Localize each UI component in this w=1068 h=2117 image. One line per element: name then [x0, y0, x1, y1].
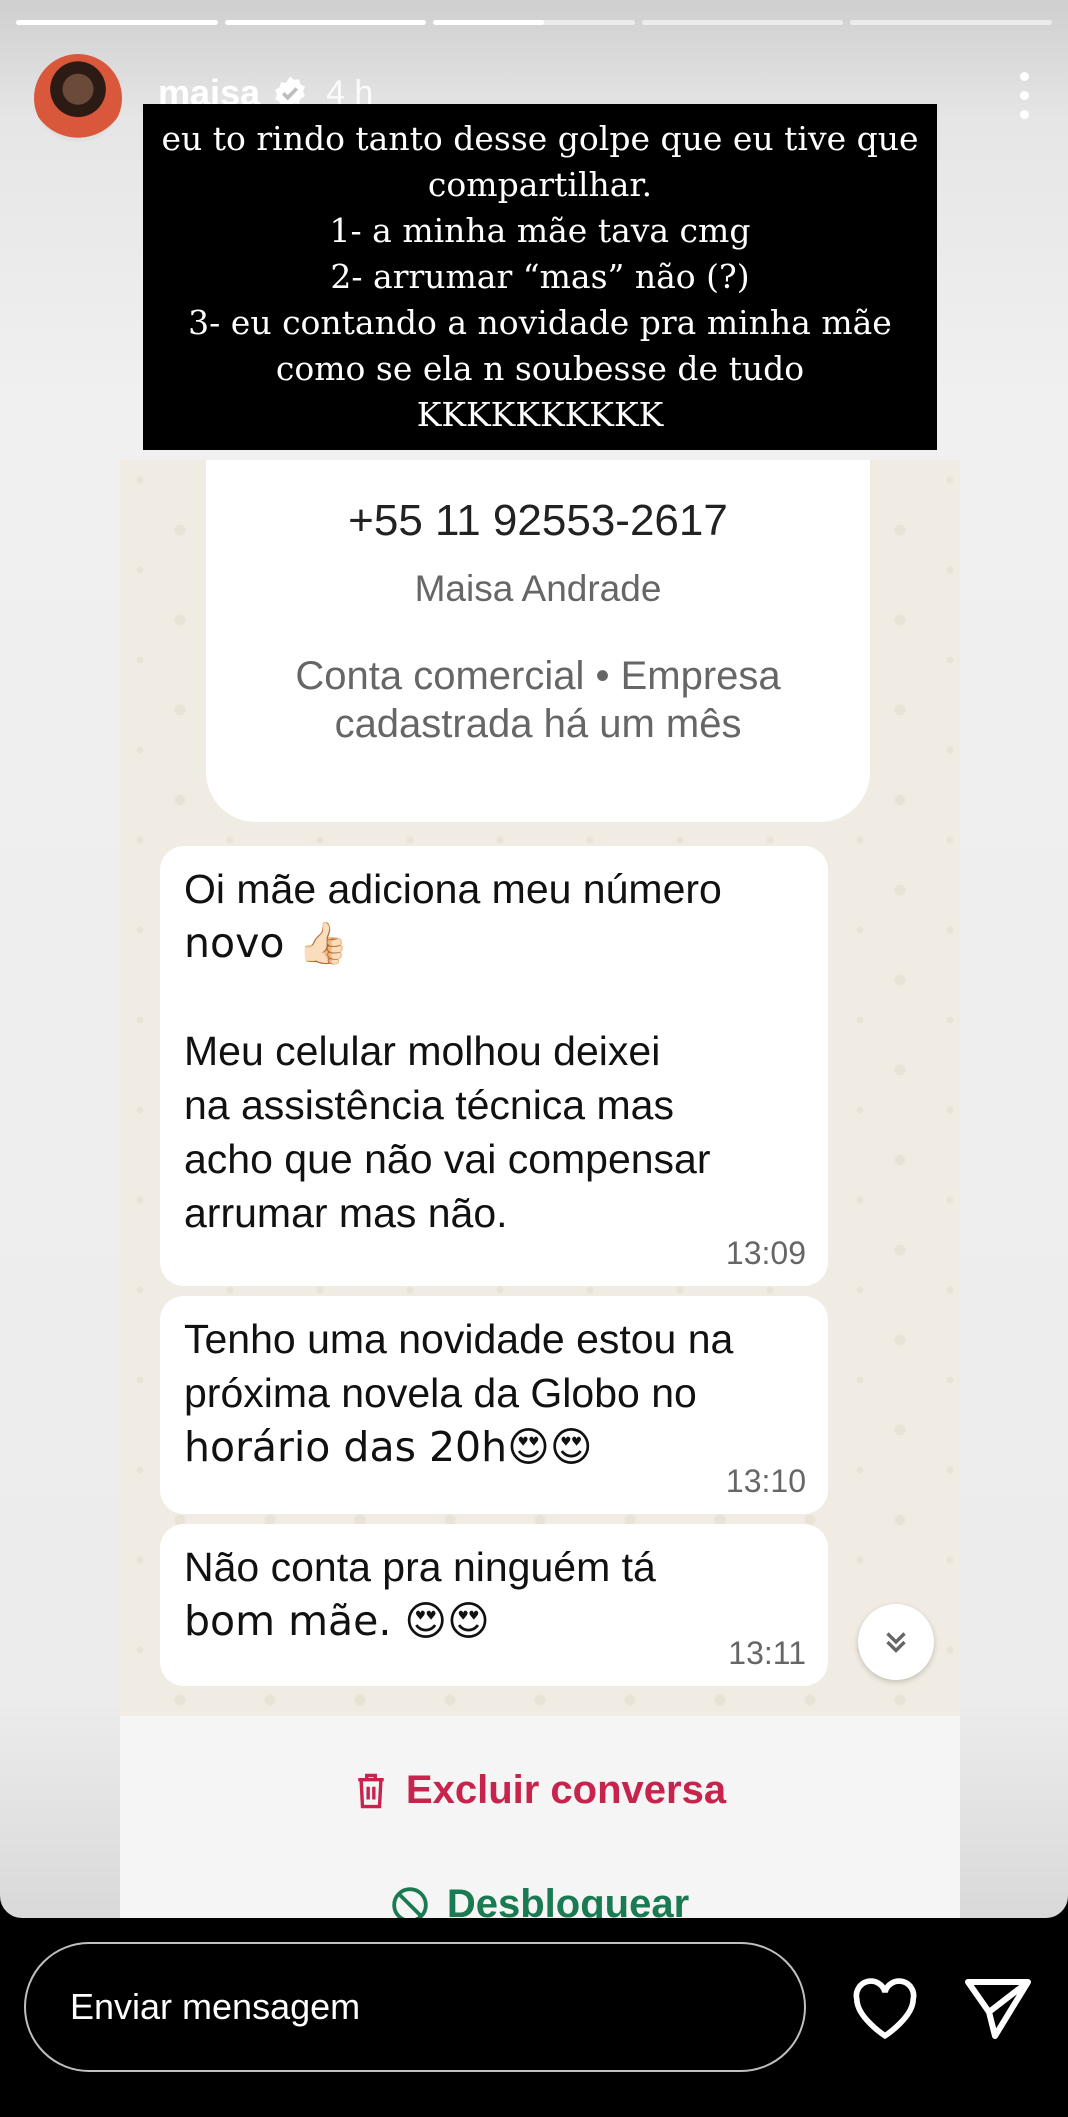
contact-phone: +55 11 92553-2617 [348, 496, 728, 545]
caption-line: como se ela n soubesse de tudo [275, 349, 805, 388]
scroll-down-icon[interactable] [858, 1604, 934, 1680]
message-bubble: Não conta pra ninguém tá bom mãe. 😍😍 13:… [160, 1524, 828, 1686]
business-line: cadastrada há um mês [334, 702, 742, 746]
message-text: Tenho uma novidade estou na [184, 1316, 734, 1362]
progress-segment-active [433, 20, 635, 25]
contact-name: Maisa Andrade [414, 568, 662, 609]
message-input-placeholder: Enviar mensagem [70, 1986, 361, 2027]
story-frame: maisa 4 h eu to rindo tanto desse golpe … [0, 0, 1068, 1918]
message-text: Oi mãe adiciona meu número [184, 866, 722, 912]
delete-conversation-label: Excluir conversa [405, 1768, 727, 1812]
story-progress-bar [16, 20, 1052, 25]
heart-icon[interactable] [850, 1978, 920, 2040]
chat-screenshot: +55 11 92553-2617 Maisa Andrade Conta co… [120, 460, 960, 1716]
avatar[interactable] [34, 54, 122, 142]
progress-segment [224, 20, 427, 25]
message-text: na assistência técnica mas [184, 1082, 674, 1128]
trash-icon [358, 1773, 384, 1808]
message-text: horário das 20h😍😍 [184, 1423, 593, 1471]
message-text: novo 👍🏻 [184, 919, 349, 967]
story-caption: eu to rindo tanto desse golpe que eu tiv… [143, 104, 937, 450]
send-icon[interactable] [962, 1976, 1034, 2042]
progress-segment [16, 20, 218, 25]
caption-line: KKKKKKKKKK [416, 395, 664, 434]
message-input[interactable]: Enviar mensagem [24, 1942, 806, 2072]
business-line: Conta comercial • Empresa [295, 654, 781, 698]
chat-actions-panel: Excluir conversa Desbloquear [120, 1716, 960, 1918]
unblock-button[interactable]: Desbloquear [120, 1882, 960, 1918]
message-text: arrumar mas não. [184, 1190, 508, 1236]
message-text: Meu celular molhou deixei [184, 1028, 661, 1074]
message-time: 13:10 [725, 1463, 806, 1499]
message-text: Não conta pra ninguém tá [184, 1544, 656, 1590]
contact-info-card: +55 11 92553-2617 Maisa Andrade Conta co… [206, 460, 870, 822]
message-time: 13:09 [725, 1235, 806, 1271]
message-bubble: Tenho uma novidade estou na próxima nove… [160, 1296, 828, 1514]
more-options-icon[interactable] [1020, 72, 1030, 119]
message-text: acho que não vai compensar [184, 1136, 711, 1182]
caption-line: 1- a minha mãe tava cmg [329, 211, 751, 250]
unblock-label: Desbloquear [446, 1882, 690, 1918]
caption-line: 2- arrumar “mas” não (?) [330, 257, 750, 296]
block-icon [392, 1886, 428, 1918]
message-text: bom mãe. 😍😍 [184, 1597, 490, 1645]
caption-line: eu to rindo tanto desse golpe que eu tiv… [161, 119, 919, 158]
message-bubble: Oi mãe adiciona meu número novo 👍🏻 Meu c… [160, 846, 828, 1286]
caption-line: compartilhar. [427, 165, 653, 204]
progress-segment [850, 20, 1052, 25]
progress-segment [641, 20, 844, 25]
reply-bar: Enviar mensagem [0, 1918, 1068, 2117]
message-time: 13:11 [728, 1635, 806, 1671]
message-text: próxima novela da Globo no [184, 1370, 697, 1416]
delete-conversation-button[interactable]: Excluir conversa [120, 1768, 960, 1813]
business-account-note: Conta comercial • Empresa cadastrada há … [206, 652, 870, 748]
caption-line: 3- eu contando a novidade pra minha mãe [188, 303, 892, 342]
